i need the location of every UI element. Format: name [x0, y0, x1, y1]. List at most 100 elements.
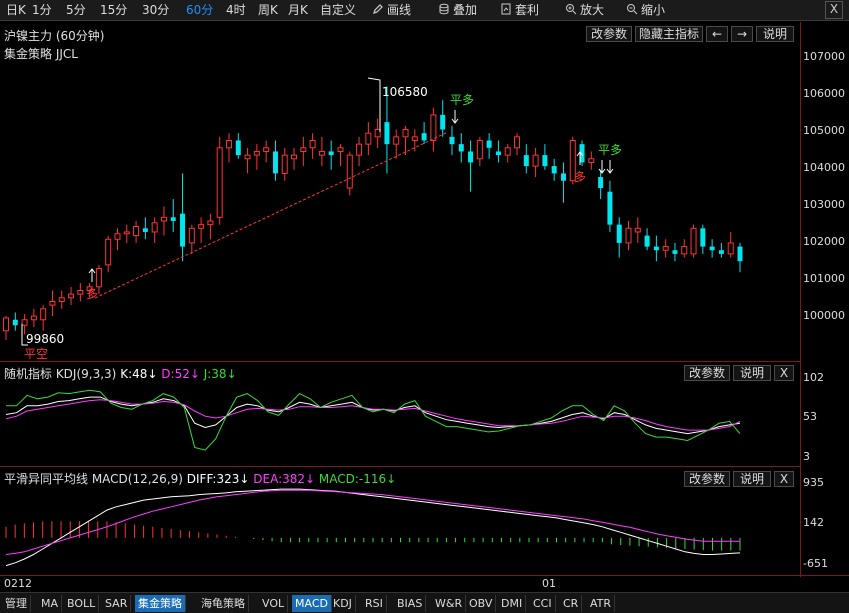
- tab-vol[interactable]: VOL: [259, 595, 289, 612]
- candle-body: [198, 224, 205, 229]
- candle-body: [58, 297, 65, 302]
- period-toolbar: 日K 1分 5分 15分 30分 60分 4时 周K 月K 自定义 画线 叠加 …: [0, 0, 849, 21]
- price-label: 104000: [803, 161, 845, 174]
- price-chart[interactable]: 106580 99860 平空 多 平多 多 平多: [0, 60, 800, 360]
- macd-title: 平滑异同平均线 MACD(12,26,9) DIFF:323↓ DEA:382↓…: [4, 470, 396, 487]
- tab-bias[interactable]: BIAS: [394, 595, 427, 612]
- tab-wr[interactable]: W&R: [432, 595, 467, 612]
- instrument-title: 沪镍主力 (60分钟): [4, 29, 105, 43]
- candle-body: [40, 308, 47, 321]
- zoom-in-button[interactable]: 放大: [565, 2, 604, 18]
- period-30min[interactable]: 30分: [142, 2, 169, 18]
- period-60min[interactable]: 60分: [186, 2, 213, 18]
- scroll-left-button[interactable]: ←: [706, 26, 728, 42]
- macd-dea-value: DEA:382↓: [253, 472, 316, 486]
- candle-body: [588, 158, 595, 163]
- draw-line-button[interactable]: 画线: [372, 2, 411, 18]
- zoom-out-button[interactable]: 缩小: [626, 2, 665, 18]
- candle-body: [272, 151, 278, 174]
- zoom-in-icon: [566, 4, 577, 15]
- scroll-right-button[interactable]: →: [731, 26, 753, 42]
- close-button[interactable]: X: [825, 1, 843, 19]
- tab-dmi[interactable]: DMI: [498, 595, 527, 612]
- tab-sar[interactable]: SAR: [102, 595, 132, 612]
- high-annotation: 106580: [382, 85, 428, 99]
- macd-axis-label: -651: [803, 557, 828, 570]
- tab-macd[interactable]: MACD: [292, 595, 332, 612]
- candle-body: [95, 268, 102, 288]
- kdj-d-line: [5, 399, 741, 431]
- draw-line-label: 画线: [387, 3, 412, 17]
- kdj-chart[interactable]: [0, 378, 800, 464]
- period-4hour[interactable]: 4时: [226, 2, 246, 18]
- tab-cci[interactable]: CCI: [530, 595, 556, 612]
- arbitrage-button[interactable]: 套利: [500, 2, 539, 18]
- price-label: 100000: [803, 309, 845, 322]
- overlay-button[interactable]: 叠加: [438, 2, 477, 18]
- time-label: 01: [542, 577, 556, 590]
- period-1day[interactable]: 日K: [6, 2, 26, 18]
- macd-close-button[interactable]: X: [774, 471, 794, 487]
- candle-body: [607, 191, 613, 225]
- candle-body: [495, 151, 501, 156]
- main-help-button[interactable]: 说明: [756, 26, 794, 42]
- candle-body: [207, 220, 214, 226]
- down-arrow-icon: [451, 110, 459, 124]
- candle-body: [402, 129, 409, 138]
- tab-obv[interactable]: OBV: [466, 595, 497, 612]
- candle-body: [476, 139, 483, 160]
- candle-body: [393, 136, 400, 145]
- period-month[interactable]: 月K: [288, 2, 308, 18]
- candle-body: [532, 154, 539, 167]
- candle-body: [3, 317, 9, 332]
- signal-cover-long-2: 平多: [598, 143, 622, 157]
- tab-turtle-strategy[interactable]: 海龟策略: [198, 595, 249, 612]
- hide-main-indicator-button[interactable]: 隐藏主指标: [635, 26, 703, 42]
- candle-body: [160, 216, 167, 222]
- candle-body: [634, 227, 641, 233]
- tab-kdj[interactable]: KDJ: [330, 595, 356, 612]
- kdj-j-line: [6, 389, 741, 451]
- tab-cr[interactable]: CR: [560, 595, 583, 612]
- candle-body: [188, 227, 195, 244]
- candle-body: [12, 319, 18, 326]
- candle-body: [123, 231, 130, 235]
- macd-diff-value: DIFF:323↓: [186, 472, 250, 486]
- candle-body: [170, 217, 176, 221]
- candle-body: [718, 250, 724, 254]
- candle-body: [421, 133, 427, 141]
- candle-body: [449, 136, 455, 145]
- candle-body: [514, 136, 521, 149]
- macd-axis-label: 935: [803, 476, 824, 489]
- macd-params-button[interactable]: 改参数: [684, 471, 730, 487]
- period-5min[interactable]: 5分: [66, 2, 86, 18]
- period-15min[interactable]: 15分: [100, 2, 127, 18]
- tab-atr[interactable]: ATR: [587, 595, 616, 612]
- zoom-out-icon: [627, 4, 638, 15]
- signal-cover-short: 平空: [24, 347, 48, 360]
- tab-jjcl-strategy[interactable]: 集金策略: [135, 595, 186, 612]
- period-week[interactable]: 周K: [258, 2, 278, 18]
- time-axis: 0212 01: [0, 575, 849, 592]
- kdj-axis-label: 3: [803, 450, 810, 463]
- candle-body: [625, 227, 632, 244]
- candle-body: [68, 293, 75, 299]
- candle-body: [440, 114, 446, 130]
- tab-ma[interactable]: MA: [38, 595, 63, 612]
- candle-body: [328, 151, 334, 156]
- kdj-axis-label: 53: [803, 410, 817, 423]
- macd-help-button[interactable]: 说明: [733, 471, 771, 487]
- candle-body: [384, 122, 390, 145]
- tab-rsi[interactable]: RSI: [362, 595, 387, 612]
- candle-body: [523, 155, 529, 167]
- main-params-button[interactable]: 改参数: [586, 26, 632, 42]
- tab-boll[interactable]: BOLL: [64, 595, 100, 612]
- tab-manage[interactable]: 管理: [2, 595, 31, 612]
- candle-body: [49, 300, 56, 306]
- stack-icon: [439, 3, 449, 15]
- price-label: 106000: [803, 87, 845, 100]
- period-1min[interactable]: 1分: [32, 2, 52, 18]
- period-custom[interactable]: 自定义: [320, 2, 356, 18]
- macd-chart[interactable]: [0, 486, 800, 574]
- macd-axis-label: 142: [803, 516, 824, 529]
